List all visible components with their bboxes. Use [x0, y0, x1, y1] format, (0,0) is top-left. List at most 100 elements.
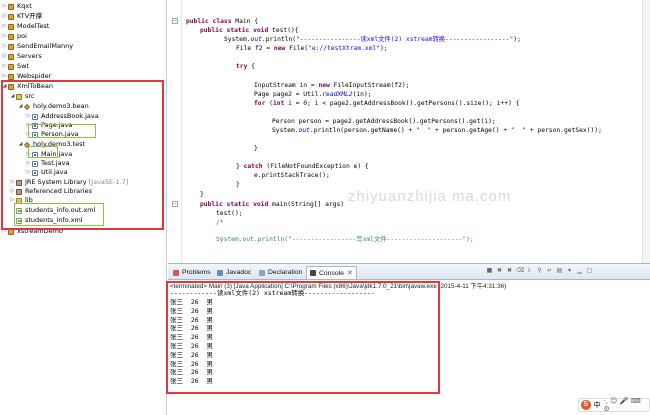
code-token: Page page2 = Util. [254, 91, 323, 98]
ime-symbols[interactable]: ·, ☺ 🎤 ⌨ ⚙ [604, 397, 648, 413]
code-token: + person.getSex()); [526, 127, 602, 134]
watermark: zhiyuanzhijia ma.com [348, 188, 512, 205]
display-selected-icon[interactable]: ▤ [556, 267, 563, 274]
scroll-lock-icon[interactable]: ⇩ [526, 267, 533, 274]
code-token: "e://testXtram.xml" [308, 45, 381, 52]
code-token: out [250, 36, 262, 43]
ime-toolbar[interactable]: S 中 ·, ☺ 🎤 ⌨ ⚙ [578, 397, 650, 413]
expand-icon[interactable]: ▷ [2, 62, 7, 71]
project-icon [8, 23, 14, 30]
expand-icon[interactable]: ▷ [2, 12, 7, 21]
expand-icon[interactable]: ▷ [2, 2, 7, 11]
remove-launch-icon[interactable]: ✖ [496, 267, 503, 274]
code-line: System.out.println("----------------读xml… [224, 36, 521, 44]
code-token: System. [224, 36, 251, 43]
code-line: InputStream in = new FileInputStream(f2)… [254, 82, 409, 90]
code-token: ); [513, 36, 521, 43]
tree-item-servers[interactable]: ▷ Servers [2, 52, 42, 61]
code-token: for [254, 100, 266, 107]
code-token: main(String[] args) [268, 201, 345, 208]
code-token: " " [416, 127, 432, 134]
tree-item-sendemail[interactable]: ▷ SendEmailManny [2, 42, 74, 51]
project-icon [8, 53, 14, 60]
code-token: new [318, 82, 330, 89]
minimize-icon[interactable]: ▁ [576, 267, 583, 274]
code-editor[interactable]: − − public class Main {public static voi… [168, 0, 650, 263]
tab-declaration[interactable]: Declaration [256, 266, 305, 279]
tree-item-ktv[interactable]: ▷ KTV开撑 [2, 12, 43, 21]
project-icon [8, 73, 14, 80]
code-token: (in); [352, 91, 372, 98]
code-line: System.out.println("-----------------写xm… [216, 236, 474, 244]
code-line: } [236, 181, 240, 189]
code-token: ( [265, 100, 273, 107]
package-explorer: ▷ Kqxt ▷ KTV开撑 ▷ ModelTest ▷ poi ▷ SendEmailM… [0, 0, 167, 415]
highlight-box-xml-files [14, 203, 104, 226]
code-token: test(){ [268, 27, 299, 34]
problems-icon [173, 269, 179, 276]
code-token: " " [510, 127, 527, 134]
tab-problems[interactable]: Problems [170, 266, 214, 279]
code-token: out [298, 127, 310, 134]
view-tab-bar: Problems Javadoc Declaration Console ✕ ■ … [168, 264, 650, 280]
code-token: .println( [261, 36, 297, 43]
terminate-icon[interactable]: ■ [486, 267, 493, 274]
code-token: } [254, 145, 258, 152]
word-wrap-icon[interactable]: ↵ [546, 267, 553, 274]
tree-item-swt[interactable]: ▷ Swt [2, 62, 29, 71]
code-token: InputStream in = [254, 82, 319, 89]
code-token: /* [216, 219, 224, 226]
highlight-box-console [166, 281, 440, 394]
code-token: File( [285, 45, 309, 52]
code-line: try { [236, 63, 255, 71]
tab-console[interactable]: Console ✕ [306, 266, 357, 279]
code-line: for (int i = 0; i < page2.getAddressBook… [254, 100, 519, 108]
overview-ruler[interactable] [642, 0, 650, 263]
fold-icon[interactable]: − [172, 18, 178, 24]
clear-console-icon[interactable]: ⌫ [516, 267, 524, 274]
code-token: catch [243, 163, 263, 170]
maximize-icon[interactable]: ▢ [586, 267, 593, 274]
tab-javadoc[interactable]: Javadoc [214, 266, 254, 279]
code-line: Page page2 = Util.readXML2(in); [254, 91, 372, 99]
code-line: } catch (FileNotFoundException e) { [236, 163, 369, 171]
expand-icon[interactable]: ▷ [2, 42, 7, 51]
code-token: public static void [200, 201, 269, 208]
code-token: i = 0; i < page2.getAddressBook().getPer… [284, 100, 520, 107]
project-icon [8, 33, 14, 40]
fold-icon[interactable]: − [172, 201, 178, 207]
javadoc-icon [217, 269, 223, 276]
code-token: } [236, 181, 240, 188]
open-console-icon[interactable]: ▾ [566, 267, 573, 274]
expand-icon[interactable]: ▷ [2, 22, 7, 31]
tree-item-poi[interactable]: ▷ poi [2, 32, 27, 41]
console-toolbar: ■ ✖ ✖ ⌫ ⇩ ⚲ ↵ ▤ ▾ ▁ ▢ [486, 267, 593, 277]
tree-item-modeltest[interactable]: ▷ ModelTest [2, 22, 50, 31]
code-token: new [273, 45, 286, 52]
project-icon [8, 13, 14, 20]
code-token: test(); [216, 210, 243, 217]
ime-mode[interactable]: 中 [594, 400, 601, 410]
code-token: System.out.println("-----------------写xm… [216, 236, 474, 243]
tree-item-kqxt[interactable]: ▷ Kqxt [2, 2, 32, 11]
close-icon[interactable]: ✕ [347, 267, 353, 280]
expand-icon[interactable]: ▷ [2, 32, 7, 41]
project-icon [8, 43, 14, 50]
code-line: test(); [216, 210, 243, 218]
console-icon [310, 270, 316, 276]
pin-icon[interactable]: ⚲ [536, 267, 543, 274]
code-line: } [200, 191, 204, 199]
remove-all-icon[interactable]: ✖ [506, 267, 513, 274]
code-token: ); [380, 45, 388, 52]
code-line: e.printStackTrace(); [254, 172, 330, 180]
code-token: try [236, 63, 248, 70]
expand-icon[interactable]: ▷ [2, 52, 7, 61]
code-token: { [247, 63, 255, 70]
code-token: + person.getAge() + [431, 127, 511, 134]
code-line: System.out.println(person.getName() + " … [272, 127, 602, 135]
code-token: int [272, 100, 285, 107]
code-token: Main { [231, 18, 259, 25]
code-token: (FileNotFoundException e) { [262, 163, 369, 170]
code-token: "----------------读xml文件(2) xstream转换----… [296, 36, 514, 43]
highlight-box-person [28, 124, 96, 138]
